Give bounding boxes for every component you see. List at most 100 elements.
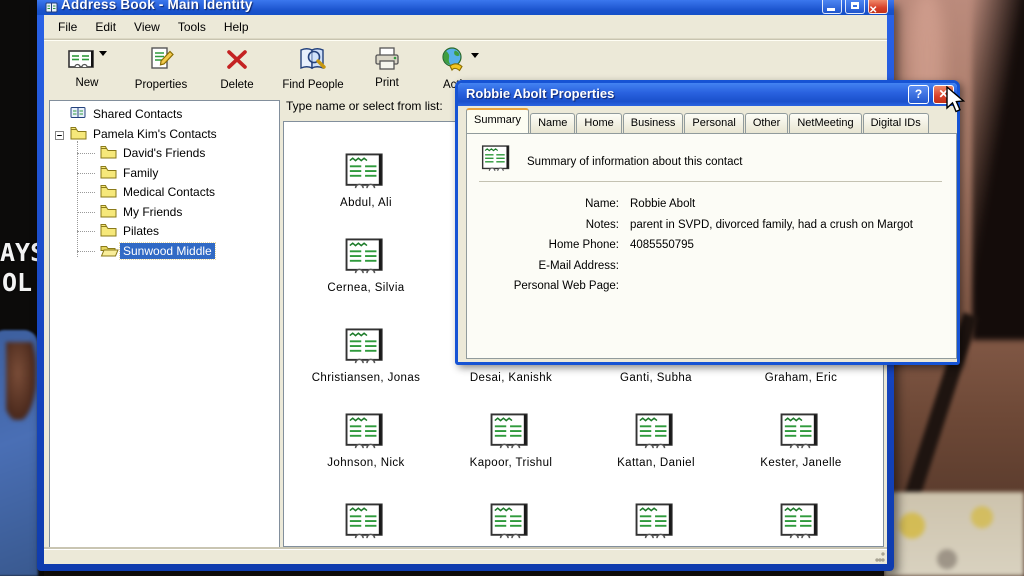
window-title: Address Book - Main Identity	[61, 0, 253, 12]
field-value: parent in SVPD, divorced family, had a c…	[619, 219, 913, 239]
tree-item-label: Pamela Kim's Contacts	[90, 126, 220, 142]
tab-personal[interactable]: Personal	[684, 113, 743, 133]
field-label: Home Phone:	[467, 239, 619, 259]
dialog-help-button[interactable]: ?	[908, 85, 929, 104]
folder-icon	[100, 184, 117, 201]
dropdown-arrow-icon[interactable]	[99, 51, 107, 60]
contact-name-label: Desai, Kanishk	[436, 372, 586, 384]
minimize-button[interactable]	[822, 0, 842, 14]
contact-card-icon	[490, 413, 532, 456]
summary-divider	[479, 181, 942, 182]
contact-card-icon	[490, 503, 532, 546]
folder-icon	[100, 223, 117, 240]
folder-icon	[100, 145, 117, 162]
field-value: Robbie Abolt	[619, 198, 695, 218]
toolbar-button-new[interactable]: New	[58, 43, 116, 94]
folders-tree-panel: Shared Contacts Pamela Kim's Contacts Davi…	[49, 100, 280, 549]
address-book-app-icon	[45, 1, 58, 15]
tab-name[interactable]: Name	[530, 113, 575, 133]
contact-name-label: Graham, Eric	[726, 372, 876, 384]
summary-caption: Summary of information about this contac…	[527, 156, 742, 168]
dropdown-arrow-icon[interactable]	[471, 53, 479, 62]
tab-business[interactable]: Business	[623, 113, 684, 133]
contact-card-icon	[345, 413, 387, 456]
menu-item-view[interactable]: View	[125, 18, 169, 36]
window-titlebar[interactable]: Address Book - Main Identity ✕	[37, 0, 894, 15]
field-value: 4085550795	[619, 239, 694, 259]
contact-name-label: Johnson, Nick	[291, 457, 441, 469]
resize-grip-icon[interactable]	[875, 552, 885, 562]
contact-card-icon	[780, 503, 822, 546]
contact-properties-dialog: Robbie Abolt Properties ? ✕ SummaryNameH…	[455, 80, 960, 365]
contact-card-icon	[345, 153, 387, 196]
tree-item-label: Pilates	[120, 223, 162, 239]
menu-bar: FileEditViewToolsHelp	[44, 15, 887, 39]
tab-summary[interactable]: Summary	[466, 108, 529, 133]
dialog-title: Robbie Abolt Properties	[466, 86, 614, 101]
tree-item-shared-contacts[interactable]: Shared Contacts	[50, 105, 270, 123]
background-hand	[6, 342, 36, 420]
field-row-e-mail-address: E-Mail Address:	[467, 260, 952, 280]
contact-name-label: Kapoor, Trishul	[436, 457, 586, 469]
contact-card-icon	[345, 503, 387, 546]
tree-item-pamela-kim-s-contacts[interactable]: Pamela Kim's Contacts	[50, 125, 270, 143]
contact-name-label: Abdul, Ali	[291, 197, 441, 209]
dialog-close-button[interactable]: ✕	[933, 85, 954, 104]
menu-item-file[interactable]: File	[49, 18, 86, 36]
dialog-titlebar[interactable]: Robbie Abolt Properties ? ✕	[458, 83, 957, 106]
field-label: Name:	[467, 198, 619, 218]
tab-netmeeting[interactable]: NetMeeting	[789, 113, 861, 133]
tree-guide-line	[77, 231, 95, 232]
dialog-tab-strip: SummaryNameHomeBusinessPersonalOtherNetM…	[466, 112, 930, 133]
field-value	[619, 280, 630, 300]
field-label: E-Mail Address:	[467, 260, 619, 280]
close-icon: ✕	[869, 5, 877, 15]
contact-card-icon	[635, 503, 677, 546]
action-icon	[439, 46, 479, 74]
field-row-personal-web-page: Personal Web Page:	[467, 280, 952, 300]
tab-home[interactable]: Home	[576, 113, 621, 133]
toolbar-button-delete[interactable]: Delete	[206, 43, 268, 94]
toolbar-button-print[interactable]: Print	[358, 43, 416, 94]
contact-card-icon	[635, 413, 677, 456]
tree-item-label: My Friends	[120, 204, 185, 220]
toolbar-button-label: Print	[359, 77, 415, 89]
field-row-notes: Notes:parent in SVPD, divorced family, h…	[467, 219, 952, 239]
toolbar-button-label: New	[59, 77, 115, 89]
tree-item-label: David's Friends	[120, 145, 208, 161]
tree-expander-minus-icon[interactable]	[55, 129, 64, 143]
minimize-icon	[827, 8, 835, 11]
maximize-icon	[851, 2, 859, 9]
tree-item-label: Family	[120, 165, 161, 181]
field-value	[619, 260, 630, 280]
summary-tab-page: Summary of information about this contac…	[466, 133, 957, 359]
menu-item-edit[interactable]: Edit	[86, 18, 125, 36]
new-contact-icon	[67, 46, 107, 74]
toolbar-button-label: Properties	[117, 79, 205, 91]
close-button[interactable]: ✕	[868, 0, 888, 14]
background-hair	[972, 0, 1024, 340]
contact-name-label: Christiansen, Jonas	[291, 372, 441, 384]
menu-item-help[interactable]: Help	[215, 18, 258, 36]
background-fabric	[884, 492, 1024, 576]
maximize-button[interactable]	[845, 0, 865, 14]
contact-name-label: Cernea, Silvia	[291, 282, 441, 294]
menu-item-tools[interactable]: Tools	[169, 18, 215, 36]
properties-icon	[147, 46, 175, 74]
tree-item-label: Sunwood Middle	[120, 243, 215, 259]
contact-card-icon	[345, 328, 387, 371]
tree-guide-line	[77, 192, 95, 193]
toolbar-button-label: Find People	[269, 79, 357, 91]
status-bar	[44, 549, 887, 564]
delete-icon	[223, 46, 251, 74]
tree-guide-line	[77, 212, 95, 213]
toolbar-button-properties[interactable]: Properties	[116, 43, 206, 94]
folder-icon	[100, 204, 117, 221]
toolbar-button-find-people[interactable]: Find People	[268, 43, 358, 94]
tab-other[interactable]: Other	[745, 113, 789, 133]
tree-item-label: Medical Contacts	[120, 184, 218, 200]
tab-digital-ids[interactable]: Digital IDs	[863, 113, 929, 133]
tree-guide-line	[77, 153, 95, 154]
folder-icon	[100, 165, 117, 182]
field-row-name: Name:Robbie Abolt	[467, 198, 952, 218]
